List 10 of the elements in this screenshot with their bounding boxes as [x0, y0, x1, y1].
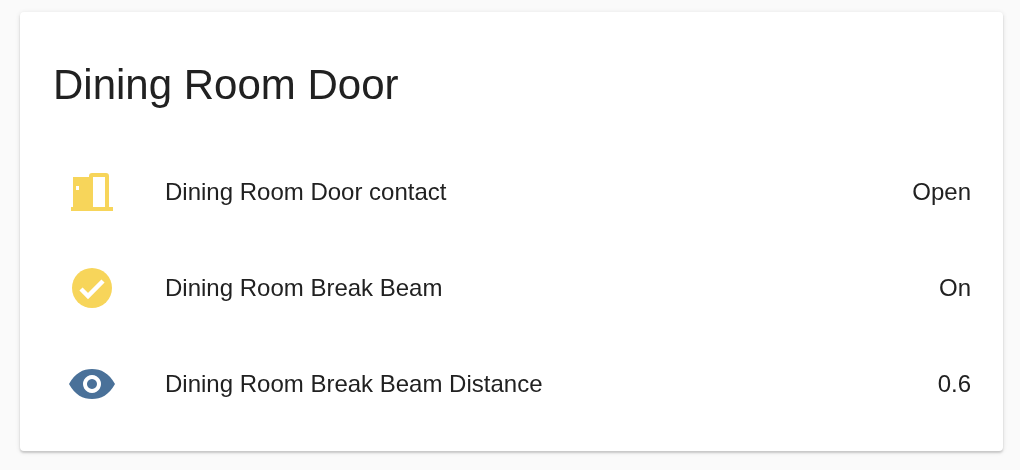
entity-state: On — [939, 274, 971, 302]
entity-state: Open — [912, 178, 971, 206]
entity-name[interactable]: Dining Room Door contact — [165, 178, 913, 206]
entity-name[interactable]: Dining Room Break Beam Distance — [165, 370, 938, 398]
door-icon[interactable] — [71, 173, 113, 211]
entity-state: 0.6 — [937, 370, 971, 398]
entity-name[interactable]: Dining Room Break Beam — [165, 274, 939, 302]
check-circle-icon[interactable] — [72, 268, 112, 308]
card-title: Dining Room Door — [53, 62, 400, 108]
eye-icon[interactable] — [69, 369, 115, 399]
